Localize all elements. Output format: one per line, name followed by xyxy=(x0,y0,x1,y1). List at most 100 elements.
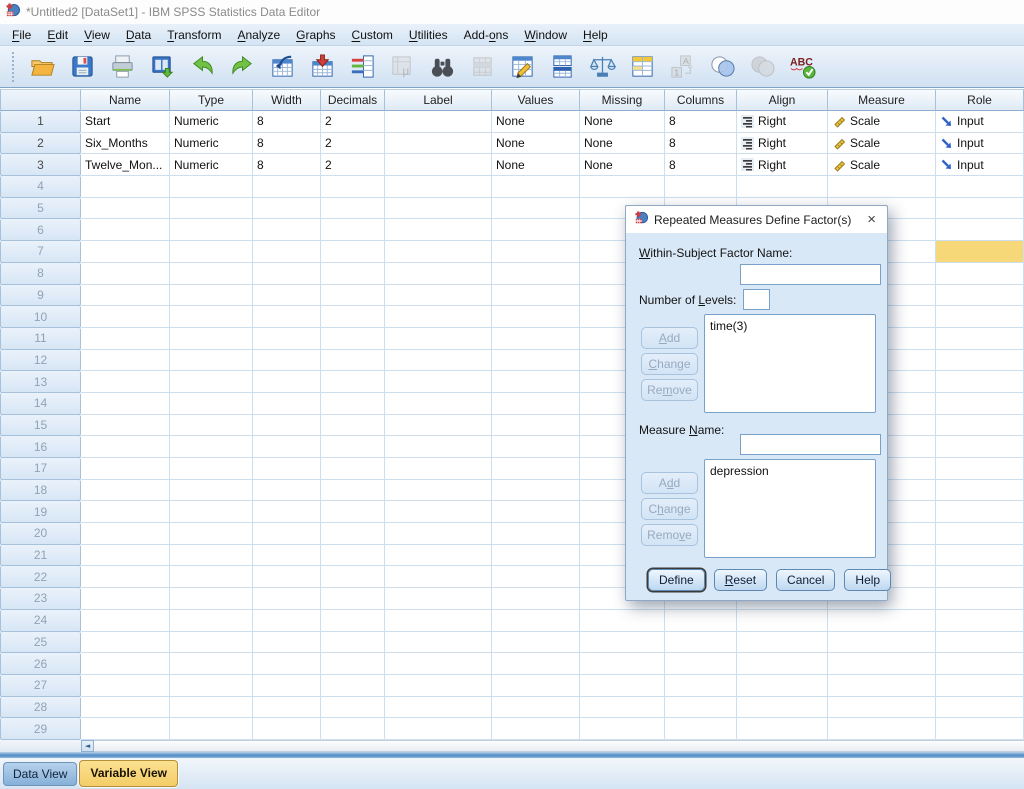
scrollbar-track[interactable] xyxy=(94,740,1024,752)
cell-name[interactable] xyxy=(81,371,170,393)
cell-type[interactable] xyxy=(170,610,253,632)
cell-decimals[interactable] xyxy=(321,350,385,372)
cell-role[interactable] xyxy=(936,501,1024,523)
cell-type[interactable] xyxy=(170,653,253,675)
factor-remove-button[interactable]: Remove xyxy=(641,379,698,401)
factor-add-button[interactable]: Add xyxy=(641,327,698,349)
row-number-cell[interactable]: 6 xyxy=(0,219,81,241)
cell-width[interactable] xyxy=(253,653,321,675)
cell-decimals[interactable] xyxy=(321,545,385,567)
column-header-measure[interactable]: Measure xyxy=(828,89,936,111)
cell-width[interactable] xyxy=(253,198,321,220)
cell-width[interactable] xyxy=(253,718,321,740)
cell-name[interactable] xyxy=(81,285,170,307)
cell-name[interactable]: Start xyxy=(81,111,170,133)
measure-change-button[interactable]: Change xyxy=(641,498,698,520)
tab-data-view[interactable]: Data View xyxy=(3,762,77,786)
cell-measure[interactable] xyxy=(828,718,936,740)
row-number-cell[interactable]: 5 xyxy=(0,198,81,220)
menu-graphs[interactable]: Graphs xyxy=(288,25,343,45)
action-reset-button[interactable]: Reset xyxy=(714,569,767,591)
column-header-type[interactable]: Type xyxy=(170,89,253,111)
cell-decimals[interactable] xyxy=(321,653,385,675)
row-number-cell[interactable]: 18 xyxy=(0,480,81,502)
cell-name[interactable] xyxy=(81,328,170,350)
cell-role[interactable] xyxy=(936,545,1024,567)
variable-sets-icon[interactable]: A1 xyxy=(667,52,697,82)
cell-role[interactable] xyxy=(936,588,1024,610)
variables-icon[interactable] xyxy=(347,52,377,82)
cell-name[interactable] xyxy=(81,653,170,675)
cell-name[interactable] xyxy=(81,545,170,567)
insert-variable-icon[interactable] xyxy=(507,52,537,82)
column-header-values[interactable]: Values xyxy=(492,89,580,111)
cell-name[interactable] xyxy=(81,501,170,523)
cell-role[interactable] xyxy=(936,480,1024,502)
cell-role[interactable] xyxy=(936,718,1024,740)
save-icon[interactable] xyxy=(67,52,97,82)
cell-decimals[interactable] xyxy=(321,436,385,458)
cell-role[interactable] xyxy=(936,285,1024,307)
cell-label[interactable] xyxy=(385,501,492,523)
cell-decimals[interactable] xyxy=(321,718,385,740)
cell-decimals[interactable] xyxy=(321,523,385,545)
cell-missing[interactable] xyxy=(580,176,665,198)
cell-label[interactable] xyxy=(385,566,492,588)
cell-label[interactable] xyxy=(385,480,492,502)
cell-role[interactable]: Input xyxy=(936,154,1024,176)
cell-width[interactable]: 8 xyxy=(253,154,321,176)
value-labels-icon[interactable] xyxy=(627,52,657,82)
cell-role[interactable]: Input xyxy=(936,133,1024,155)
cell-values[interactable] xyxy=(492,458,580,480)
row-number-cell[interactable]: 21 xyxy=(0,545,81,567)
cell-role[interactable]: Input xyxy=(936,111,1024,133)
cell-columns[interactable] xyxy=(665,610,737,632)
cell-values[interactable]: None xyxy=(492,133,580,155)
row-number-cell[interactable]: 15 xyxy=(0,415,81,437)
menu-analyze[interactable]: Analyze xyxy=(229,25,288,45)
cell-type[interactable] xyxy=(170,306,253,328)
cell-name[interactable]: Twelve_Mon... xyxy=(81,154,170,176)
cell-decimals[interactable]: 2 xyxy=(321,133,385,155)
cell-label[interactable] xyxy=(385,285,492,307)
cell-measure[interactable]: Scale xyxy=(828,133,936,155)
cell-label[interactable] xyxy=(385,133,492,155)
cell-label[interactable] xyxy=(385,545,492,567)
cell-type[interactable] xyxy=(170,198,253,220)
cell-decimals[interactable] xyxy=(321,501,385,523)
cell-values[interactable]: None xyxy=(492,154,580,176)
cell-type[interactable] xyxy=(170,241,253,263)
cell-type[interactable] xyxy=(170,632,253,654)
cell-name[interactable] xyxy=(81,198,170,220)
cell-columns[interactable]: 8 xyxy=(665,111,737,133)
cell-decimals[interactable] xyxy=(321,610,385,632)
measure-list-item[interactable]: depression xyxy=(710,463,870,479)
row-number-cell[interactable]: 19 xyxy=(0,501,81,523)
cell-name[interactable] xyxy=(81,263,170,285)
cell-columns[interactable] xyxy=(665,653,737,675)
spell-check-icon[interactable]: ABC xyxy=(787,52,817,82)
cell-type[interactable]: Numeric xyxy=(170,133,253,155)
cell-width[interactable] xyxy=(253,501,321,523)
cell-type[interactable] xyxy=(170,588,253,610)
cell-decimals[interactable] xyxy=(321,415,385,437)
column-header-label[interactable]: Label xyxy=(385,89,492,111)
goto-case-icon[interactable] xyxy=(267,52,297,82)
cell-name[interactable] xyxy=(81,393,170,415)
cell-missing[interactable] xyxy=(580,718,665,740)
factor-list[interactable]: time(3) xyxy=(704,314,876,413)
row-number-cell[interactable]: 2 xyxy=(0,133,81,155)
cell-columns[interactable] xyxy=(665,697,737,719)
column-header-missing[interactable]: Missing xyxy=(580,89,665,111)
cell-values[interactable] xyxy=(492,653,580,675)
cell-measure[interactable] xyxy=(828,176,936,198)
row-number-cell[interactable]: 13 xyxy=(0,371,81,393)
cell-name[interactable] xyxy=(81,566,170,588)
row-number-cell[interactable]: 14 xyxy=(0,393,81,415)
cell-decimals[interactable] xyxy=(321,697,385,719)
cell-role[interactable] xyxy=(936,393,1024,415)
cell-role[interactable] xyxy=(936,458,1024,480)
cell-type[interactable] xyxy=(170,697,253,719)
cell-role[interactable] xyxy=(936,219,1024,241)
cell-decimals[interactable] xyxy=(321,393,385,415)
